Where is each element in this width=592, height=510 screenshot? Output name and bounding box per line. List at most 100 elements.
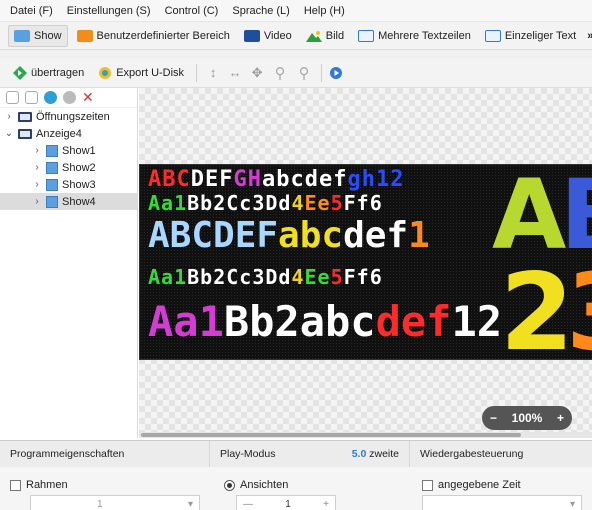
led-text-segment: Bb2Cc3Dd [187,265,292,289]
views-stepper[interactable]: — 1 + [236,495,336,510]
transfer-icon [13,65,27,80]
led-text-segment: 5 [330,191,344,215]
custom-area-button[interactable]: Benutzerdefinierter Bereich [72,25,235,47]
scrollbar-thumb[interactable] [141,433,521,437]
delete-icon[interactable]: ✕ [82,89,94,106]
canvas-scrollbar[interactable] [139,432,592,438]
specified-time-label: angegebene Zeit [438,479,521,491]
led-text-line: Aa1Bb2Cc3Dd4Ee5Ff6 [148,191,383,215]
play-preview-icon[interactable] [329,66,343,80]
chevron-right-icon[interactable]: › [32,145,42,156]
move-up-icon[interactable] [44,91,57,104]
menu-help[interactable]: Help (H) [304,5,345,17]
preview-canvas[interactable]: ABCDEFGHabcdefgh12 Aa1Bb2Cc3Dd4Ee5Ff6 AB… [139,88,592,438]
specified-time-checkbox[interactable] [422,479,433,491]
tree-node-show4[interactable]: › Show4 [0,193,137,210]
led-text-segment: abcdef [262,167,348,192]
duration-value[interactable]: 5.0 [352,448,367,460]
move-down-icon[interactable] [63,91,76,104]
playback-control-header: Wiedergabesteuerung [410,441,592,467]
specified-time-select[interactable]: ▾ [422,495,582,510]
multiline-text-button[interactable]: Mehrere Textzeilen [353,25,476,47]
duration-unit: zweite [369,448,399,460]
zoom-in-icon[interactable]: ⚲ [270,64,290,82]
tree-node-label: Öffnungszeiten [36,110,110,123]
menu-settings[interactable]: Einstellungen (S) [67,5,151,17]
program-properties-title: Programmeigenschaften [10,448,125,460]
picture-label: Bild [325,29,345,42]
zoom-level: 100% [511,411,543,425]
show-button[interactable]: Show [8,24,68,47]
zoom-in-button[interactable]: + [557,411,564,425]
led-text-segment: Aa1 [148,265,188,289]
tree-node-root[interactable]: › Öffnungszeiten [0,108,137,125]
led-text-segment: 4 [291,265,305,289]
led-text-segment: def [343,215,409,256]
toolbar-overflow-button[interactable]: » [587,30,592,42]
single-text-button[interactable]: Einzeliger Text [480,25,581,47]
custom-area-icon [76,29,93,42]
horizontal-align-icon[interactable]: ↔ [226,65,244,80]
decrement-button[interactable]: — [243,499,253,510]
led-text-segment: Bb2Cc3Dd [187,191,292,215]
led-big-digit-2: 2 [500,251,574,360]
led-text-segment: def [375,297,452,346]
led-screen-preview[interactable]: ABCDEFGHabcdefgh12 Aa1Bb2Cc3Dd4Ee5Ff6 AB… [139,164,592,360]
transfer-label: übertragen [31,66,85,79]
chevron-right-icon[interactable]: › [32,196,42,207]
led-text-segment: Ee [304,265,331,289]
menu-control[interactable]: Control (C) [165,5,219,17]
led-text-segment: ABCDEF [148,215,279,256]
copy-icon[interactable] [6,91,19,104]
picture-button[interactable]: Bild [301,25,349,47]
frame-style-value: 1 [97,498,103,510]
menu-language[interactable]: Sprache (L) [232,5,289,17]
tree-node-display[interactable]: ⌄ Anzeige4 [0,125,137,142]
custom-area-label: Benutzerdefinierter Bereich [96,29,230,42]
move-icon[interactable]: ✥ [248,65,266,81]
frame-label: Rahmen [26,479,68,491]
chevron-down-icon: ▾ [569,498,575,510]
video-label: Video [263,29,292,42]
led-text-segment: Aa1 [148,297,224,346]
toolbar-gap [0,50,592,58]
chevron-right-icon[interactable]: › [32,162,42,173]
program-properties-header: Programmeigenschaften [0,441,210,467]
frame-checkbox[interactable] [10,479,21,491]
led-text-segment: 1 [408,215,430,256]
zoom-control: − 100% + [482,406,572,430]
export-udisk-label: Export U-Disk [116,66,185,79]
show-label: Show [34,29,62,42]
led-text-segment: abc [278,215,344,256]
led-text-segment: Bb2abc [223,297,376,346]
toolbar-separator [321,63,323,82]
zoom-out-icon[interactable]: ⚲ [294,64,314,82]
tree-node-label: Show1 [62,144,96,157]
zoom-out-button[interactable]: − [490,411,497,425]
chevron-right-icon[interactable]: › [4,111,14,122]
insert-toolbar: Show Benutzerdefinierter Bereich Video B… [0,22,592,50]
show-icon [46,178,58,191]
tree-node-show3[interactable]: › Show3 [0,176,137,193]
views-count[interactable]: 1 [285,499,291,510]
tree-node-label: Show3 [62,178,96,191]
action-toolbar: übertragen Export U-Disk ↕ ↔ ✥ ⚲ ⚲ [0,58,592,88]
tree-node-show1[interactable]: › Show1 [0,142,137,159]
views-radio[interactable] [224,479,235,491]
frame-style-select[interactable]: 1 ▾ [30,495,200,510]
export-udisk-button[interactable]: Export U-Disk [93,62,189,84]
menu-file[interactable]: Datei (F) [10,5,53,17]
tree-node-label: Anzeige4 [36,127,82,140]
transfer-button[interactable]: übertragen [8,62,89,84]
chevron-right-icon[interactable]: › [32,179,42,190]
chevron-down-icon[interactable]: ⌄ [4,128,14,139]
paste-icon[interactable] [25,91,38,104]
video-button[interactable]: Video [239,25,297,47]
increment-button[interactable]: + [323,499,329,510]
led-text-line: Aa1Bb2Cc3Dd4Ee5Ff6 [148,265,383,289]
play-mode-header: Play-Modus 5.0 zweite [210,441,410,467]
vertical-align-icon[interactable]: ↕ [204,65,222,80]
program-tree: ✕ › Öffnungszeiten ⌄ Anzeige4 › Show1 › … [0,88,138,438]
tree-node-show2[interactable]: › Show2 [0,159,137,176]
single-text-icon [484,29,501,42]
